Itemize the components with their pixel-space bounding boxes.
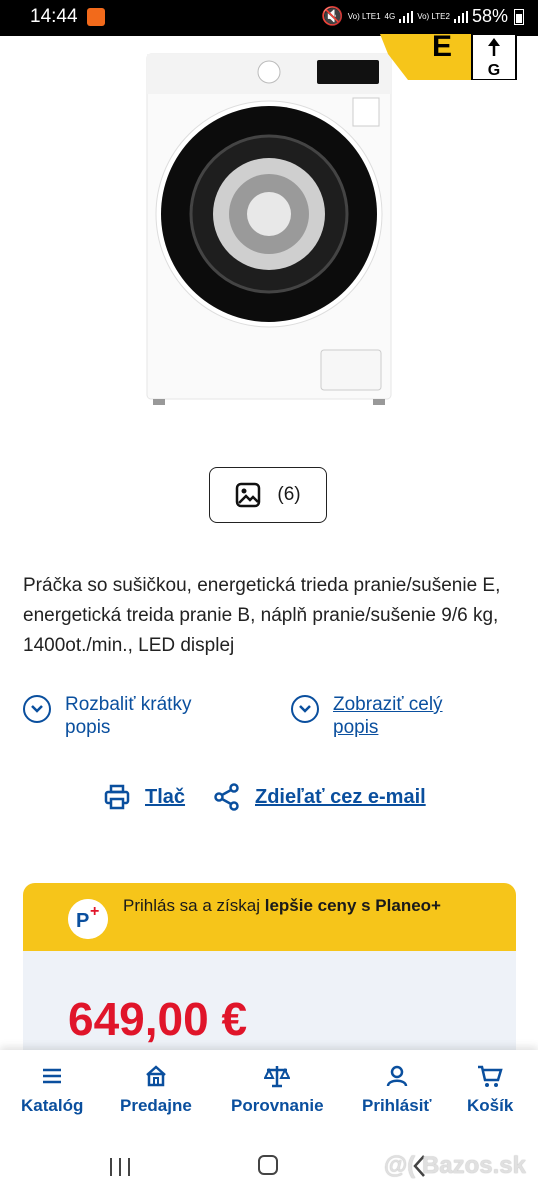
show-full-description-label: Zobraziť celý popis [333,694,443,738]
recents-icon[interactable] [108,1156,132,1178]
signal-2-icon [453,10,468,23]
system-navigation-bar: @( Bazos.sk [0,1136,538,1200]
share-icon [214,783,239,811]
network-1-label: Vo) LTE1 [347,12,381,21]
print-link[interactable]: Tlač [103,783,185,811]
battery-icon [514,8,524,25]
status-indicators: 🔇 Vo) LTE1 4G Vo) LTE2 58% [321,6,524,27]
nav-item-compare[interactable]: Porovnanie [231,1064,324,1116]
image-icon [236,482,261,508]
planeo-plus-text-prefix: Prihlás sa a získaj [123,896,265,915]
planeo-plus-banner[interactable]: P + Prihlás sa a získaj lepšie ceny s Pl… [23,883,516,951]
battery-percent: 58% [471,6,508,26]
energy-scale-bottom: G [488,62,500,79]
gallery-button[interactable]: (6) [209,467,327,523]
share-email-label: Zdieľať cez e-mail [255,785,426,808]
nav-item-catalog[interactable]: Katalóg [21,1064,83,1116]
mute-icon: 🔇 [321,6,344,26]
user-icon [386,1065,408,1087]
signal-1-icon [399,10,414,23]
status-bar: 14:44 🔇 Vo) LTE1 4G Vo) LTE2 58% [0,0,538,36]
energy-class-letter: E [432,34,452,63]
share-email-link[interactable]: Zdieľať cez e-mail [213,783,426,811]
product-image[interactable] [145,52,393,407]
notification-app-icon [87,8,105,26]
bazos-watermark: @( Bazos.sk [383,1152,526,1179]
bottom-navigation: Katalóg Predajne Porovnanie Prihlásiť Ko… [0,1050,538,1136]
nav-label-compare: Porovnanie [231,1096,324,1115]
product-actions: Tlač Zdieľať cez e-mail [0,783,538,817]
status-time: 14:44 [30,6,78,27]
energy-label[interactable]: E G [380,34,518,80]
home-icon[interactable] [258,1155,278,1175]
expand-short-description-label: Rozbaliť krátky popis [65,694,192,738]
product-description: Práčka so sušičkou, energetická trieda p… [23,571,518,661]
expand-short-description-link[interactable]: Rozbaliť krátky popis [23,693,235,739]
cart-icon [478,1065,503,1087]
network-type-label: 4G [384,12,396,21]
product-description-text: Práčka so sušičkou, energetická trieda p… [23,575,501,656]
show-full-description-link[interactable]: Zobraziť celý popis [291,693,493,739]
planeo-plus-text: Prihlás sa a získaj lepšie ceny s Planeo… [123,895,503,917]
nav-label-cart: Košík [467,1096,514,1115]
nav-label-stores: Predajne [120,1096,192,1115]
product-price: 649,00 € [68,993,248,1045]
store-icon [146,1065,166,1087]
network-2-label: Vo) LTE2 [417,12,450,21]
chevron-down-icon [291,695,319,723]
svg-text:+: + [90,903,99,920]
nav-item-stores[interactable]: Predajne [120,1064,192,1116]
planeo-plus-logo: P + [68,899,108,939]
gallery-count: (6) [277,484,301,505]
print-label: Tlač [145,785,186,808]
nav-label-login: Prihlásiť [362,1096,432,1115]
scale-icon [264,1066,291,1088]
planeo-plus-text-bold: lepšie ceny s Planeo+ [264,896,441,915]
nav-label-catalog: Katalóg [21,1096,84,1115]
chevron-down-icon [23,695,51,723]
menu-icon [43,1068,62,1084]
nav-item-login[interactable]: Prihlásiť [362,1064,432,1116]
printer-icon [104,784,130,810]
svg-text:P: P [76,910,89,932]
nav-item-cart[interactable]: Košík [467,1064,513,1116]
